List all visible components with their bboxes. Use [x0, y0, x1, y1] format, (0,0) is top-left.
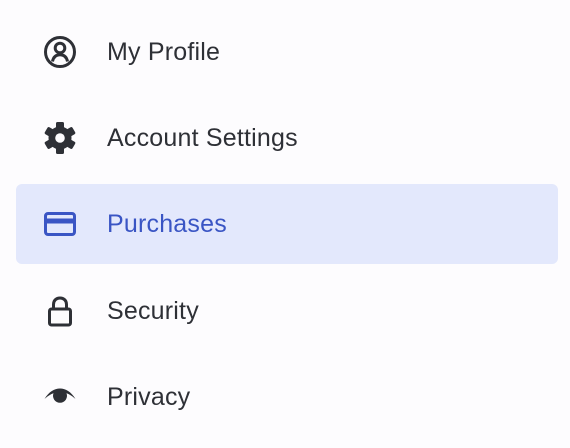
menu-item-label: Security	[107, 296, 199, 325]
menu-item-security[interactable]: Security	[16, 271, 558, 351]
menu-item-privacy[interactable]: Privacy	[16, 357, 558, 437]
eye-icon	[43, 380, 77, 414]
profile-icon	[43, 35, 77, 69]
menu-item-account-settings[interactable]: Account Settings	[16, 98, 558, 178]
menu-item-label: Account Settings	[107, 123, 298, 152]
settings-menu: My Profile Account Settings Purchases Se…	[0, 0, 570, 448]
menu-item-purchases[interactable]: Purchases	[16, 184, 558, 264]
menu-item-label: My Profile	[107, 37, 221, 66]
menu-item-my-profile[interactable]: My Profile	[16, 12, 558, 92]
lock-icon	[43, 294, 77, 328]
credit-card-icon	[43, 207, 77, 241]
menu-item-label: Privacy	[107, 382, 191, 411]
gear-icon	[43, 121, 77, 155]
menu-item-label: Purchases	[107, 209, 227, 238]
